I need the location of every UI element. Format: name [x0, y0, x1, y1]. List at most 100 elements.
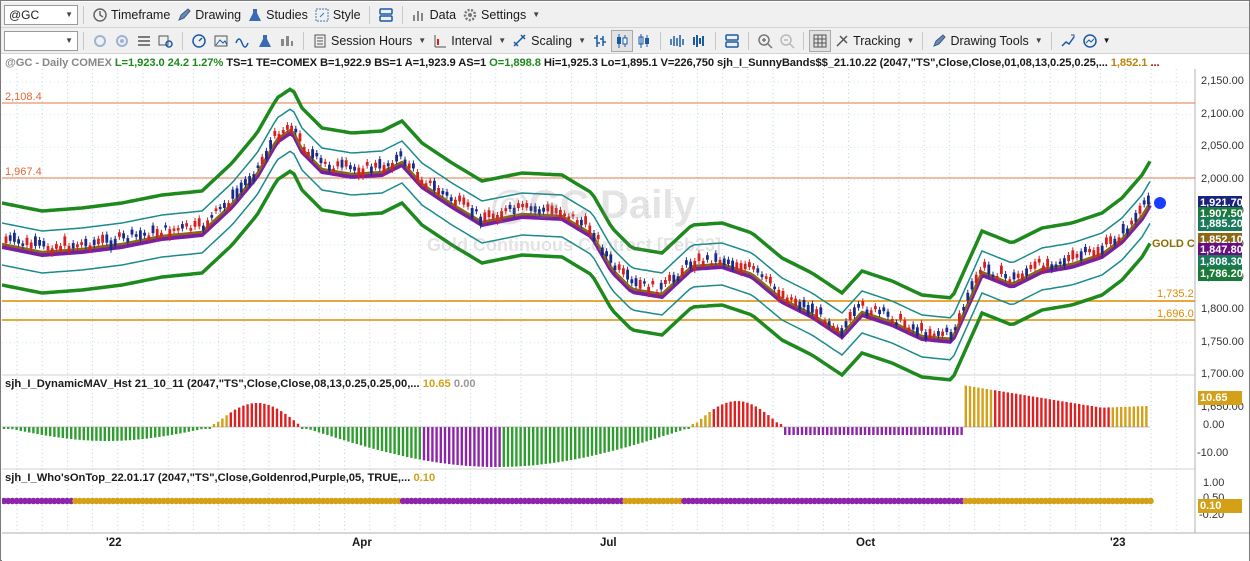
candle-body — [895, 322, 898, 326]
x-label-oct: Oct — [856, 537, 876, 549]
data-button[interactable]: Data — [408, 4, 459, 26]
dmav-bar — [200, 427, 203, 430]
candle-body — [470, 208, 474, 218]
zoom-in-icon[interactable] — [754, 30, 776, 52]
bar-style-icon[interactable] — [589, 30, 611, 52]
style-label: Style — [332, 7, 361, 22]
dmav-bar — [1061, 401, 1064, 427]
candle-body — [970, 281, 974, 290]
dmav-bar — [758, 408, 762, 427]
studies-button[interactable]: Studies — [244, 4, 311, 26]
drawing-tools-button[interactable]: Drawing Tools ▼ — [928, 30, 1045, 52]
refresh-icon[interactable] — [89, 30, 111, 52]
candle-body — [731, 260, 734, 270]
candle-body — [643, 281, 646, 284]
chevron-down-icon[interactable]: ▼ — [65, 10, 73, 19]
candle-body — [13, 232, 16, 242]
candle-body — [739, 263, 743, 274]
dmav-bar — [859, 427, 862, 435]
dmav-bar — [95, 427, 98, 441]
dmav-bar — [603, 427, 606, 453]
price-axis-label: 2,050.00 — [1201, 140, 1244, 153]
speedometer-icon[interactable] — [188, 30, 210, 52]
volume-profile-icon[interactable] — [688, 30, 710, 52]
candlestick-icon[interactable] — [611, 29, 634, 52]
dmav-bar — [523, 427, 526, 466]
last-price-marker — [1154, 197, 1166, 209]
candle-body — [622, 268, 625, 275]
candle-body — [84, 238, 88, 247]
style-button[interactable]: Style — [311, 4, 364, 26]
tracking-button[interactable]: Tracking ▼ — [831, 30, 917, 52]
candle-body — [865, 309, 869, 316]
dmav-bar — [771, 418, 774, 427]
chart-canvas[interactable] — [2, 55, 1249, 561]
low-value: Lo=1,895.1 — [600, 57, 658, 69]
watermark-subtitle: Gold Continuous Contract [Feb23] — [427, 235, 721, 255]
volume-bars-icon[interactable] — [666, 30, 688, 52]
candle-body — [748, 262, 751, 268]
blank-combobox[interactable]: ▼ — [4, 30, 78, 51]
zoom-out-icon[interactable] — [776, 30, 798, 52]
dmav-bar — [1078, 404, 1081, 427]
x-label-23: '23 — [1110, 537, 1126, 549]
settings-button[interactable]: Settings ▼ — [459, 4, 543, 26]
candle-body — [693, 260, 697, 270]
timeframe-button[interactable]: Timeframe — [89, 4, 173, 26]
layout-icon[interactable] — [375, 4, 397, 26]
candle-body — [97, 238, 100, 245]
symbol-combobox[interactable]: @GC ▼ — [4, 4, 78, 25]
dmav-bar — [914, 427, 917, 435]
interval-button[interactable]: Interval ▼ — [429, 30, 509, 52]
refresh-all-icon[interactable] — [111, 30, 133, 52]
wave-chart-icon[interactable] — [232, 30, 254, 52]
candle-body — [151, 225, 155, 234]
session-hours-button[interactable]: Session Hours ▼ — [309, 30, 429, 52]
dmav-bar — [1031, 396, 1035, 427]
candle-body — [46, 246, 50, 251]
candle-body — [844, 321, 848, 328]
dmav-bar — [128, 427, 132, 441]
chevron-down-icon[interactable]: ▼ — [1103, 36, 1111, 45]
candle-body — [265, 150, 268, 160]
dashboard-icon[interactable] — [1079, 30, 1101, 52]
symbol-value[interactable]: @GC — [9, 8, 39, 22]
dmav-bar — [775, 422, 778, 427]
list-icon[interactable] — [133, 30, 155, 52]
candle-body — [307, 152, 310, 156]
scaling-button[interactable]: Scaling ▼ — [509, 30, 589, 52]
dmav-bar — [1128, 406, 1131, 427]
grid-icon[interactable] — [809, 29, 832, 52]
dmav-bar — [401, 427, 405, 457]
dmav-bar — [107, 427, 111, 441]
wot-dot — [1147, 497, 1154, 505]
candle-body — [160, 232, 163, 237]
candle-body — [67, 245, 71, 252]
candle-body — [832, 326, 835, 329]
drawing-button[interactable]: Drawing — [173, 4, 244, 26]
wot-axis-1: 1.00 — [1203, 477, 1225, 489]
chart-area[interactable]: @GC Daily Gold Continuous Contract [Feb2… — [2, 55, 1249, 561]
dmav-bar — [212, 424, 216, 427]
candle-body — [202, 225, 205, 231]
chevron-down-icon[interactable]: ▼ — [65, 36, 73, 45]
candle-body — [991, 274, 995, 277]
candle-body — [475, 209, 478, 212]
candle-body — [449, 197, 453, 201]
image-icon[interactable] — [210, 30, 232, 52]
dmav-bar — [355, 427, 358, 445]
panes-icon[interactable] — [721, 30, 743, 52]
dmav-bar — [309, 427, 312, 430]
dmav-bar — [36, 427, 39, 435]
trendline-icon[interactable] — [1057, 30, 1079, 52]
open-value: O=1,898.8 — [489, 57, 541, 69]
indicator-icon[interactable] — [276, 30, 298, 52]
flask-settings-icon[interactable] — [254, 30, 276, 52]
hollow-candle-icon[interactable] — [633, 30, 655, 52]
candle-body — [773, 286, 776, 290]
candle-body — [966, 292, 970, 301]
candle-body — [176, 228, 180, 231]
dmav-bar — [863, 427, 867, 435]
candle-body — [953, 327, 957, 331]
symbol-search-icon[interactable] — [155, 30, 177, 52]
